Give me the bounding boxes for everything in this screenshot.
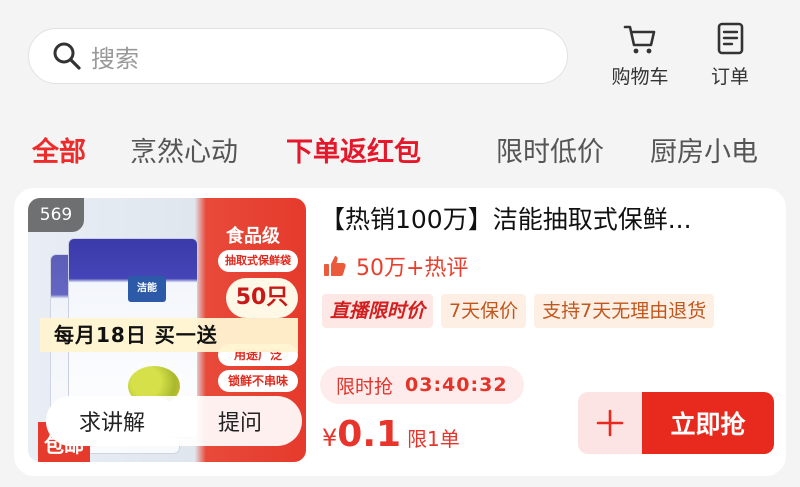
cart-label: 购物车 <box>611 66 669 88</box>
top-bar: 搜索 购物车 订单 <box>0 0 800 110</box>
flash-sale-timer: 限时抢 03:40:32 <box>320 366 524 404</box>
index-badge: 569 <box>28 198 84 232</box>
currency-symbol: ¥ <box>322 424 338 452</box>
purchase-limit: 限1单 <box>407 427 460 451</box>
explain-question-bar: 求讲解 提问 <box>46 396 302 446</box>
tag-return-policy: 支持7天无理由退货 <box>534 294 715 328</box>
count-label: 50只 <box>226 278 298 318</box>
tag-live-price: 直播限时价 <box>322 294 434 328</box>
product-tags: 直播限时价 7天保价 支持7天无理由退货 <box>322 294 715 328</box>
cart-icon <box>623 25 656 54</box>
plus-icon <box>596 409 624 437</box>
product-type-label: 抽取式保鲜袋 <box>218 250 298 272</box>
reviews-count: 50万+热评 <box>356 256 469 281</box>
brand-logo: 洁能 <box>128 276 166 302</box>
tab-all[interactable]: 全部 <box>32 130 86 169</box>
cart-button[interactable]: 购物车 <box>600 20 680 90</box>
search-icon <box>53 42 81 70</box>
ask-question-button[interactable]: 提问 <box>178 405 302 437</box>
food-grade-label: 食品级 <box>226 226 280 247</box>
countdown: 03:40:32 <box>405 374 508 396</box>
add-to-cart-button[interactable] <box>578 392 642 454</box>
tab-order-red-packet[interactable]: 下单返红包 <box>286 130 421 169</box>
category-tabs: 全部 烹然心动 下单返红包 限时低价 厨房小电 <box>0 118 800 178</box>
product-title[interactable]: 【热销100万】洁能抽取式保鲜... <box>320 200 770 236</box>
tag-price-protection: 7天保价 <box>441 294 527 328</box>
flash-label: 限时抢 <box>336 375 394 398</box>
search-placeholder: 搜索 <box>91 44 139 73</box>
orders-icon <box>717 22 744 55</box>
product-card[interactable]: 洁能 569 食品级 抽取式保鲜袋 50只 用途广泛 锁鲜不串味 每月18日 买… <box>14 188 786 476</box>
request-explain-button[interactable]: 求讲解 <box>46 396 178 446</box>
tab-flash-low-price[interactable]: 限时低价 <box>496 130 604 169</box>
tab-cooking[interactable]: 烹然心动 <box>130 130 238 169</box>
orders-button[interactable]: 订单 <box>690 20 770 90</box>
thumbs-up-icon <box>324 256 346 276</box>
reviews-row: 50万+热评 <box>322 250 468 282</box>
feature-pill: 锁鲜不串味 <box>218 370 298 392</box>
orders-label: 订单 <box>710 66 749 88</box>
search-input[interactable]: 搜索 <box>28 28 568 84</box>
buy-now-button[interactable]: 立即抢 <box>642 392 774 454</box>
product-image[interactable]: 洁能 569 食品级 抽取式保鲜袋 50只 用途广泛 锁鲜不串味 每月18日 买… <box>28 198 306 462</box>
price-value: 0.1 <box>337 414 402 455</box>
tab-kitchen-appliances[interactable]: 厨房小电 <box>650 130 758 169</box>
price-row: ¥ 0.1 限1单 <box>322 414 460 455</box>
promo-banner: 每月18日 买一送 <box>40 318 298 352</box>
